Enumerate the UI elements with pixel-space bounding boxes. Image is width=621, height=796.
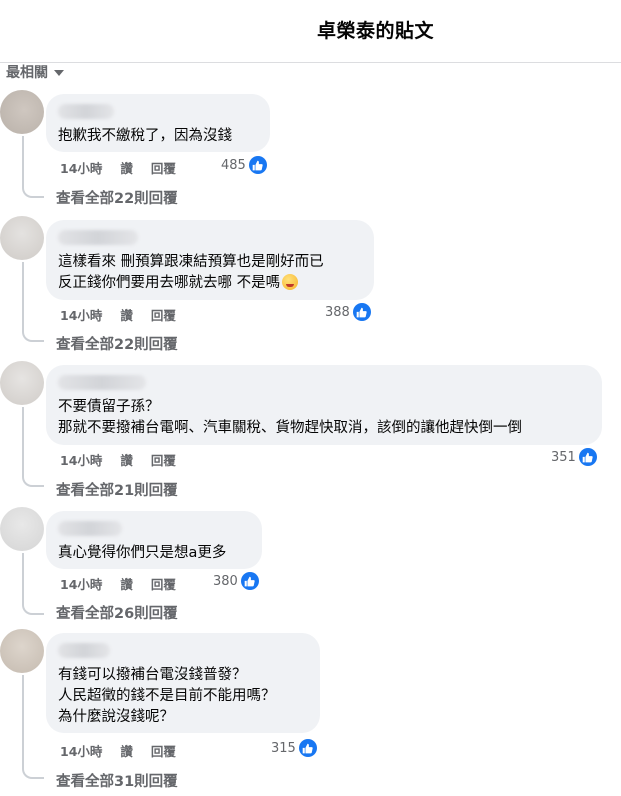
thread-connector [22,767,44,779]
reply-button[interactable]: 回覆 [151,574,176,593]
thumbs-up-icon [352,303,371,321]
thumbs-up-icon [248,156,267,174]
commenter-name-redacted[interactable] [58,104,114,119]
like-count-number: 351 [551,449,576,465]
like-count-number: 315 [271,740,296,756]
like-count[interactable]: 351 [551,448,597,466]
comment-actions: 14小時 讚 回覆 [60,305,176,324]
thread-connector [22,330,44,342]
view-replies-link[interactable]: 查看全部21則回覆 [56,479,178,500]
like-count[interactable]: 485 [221,156,267,174]
commenter-name-redacted[interactable] [58,230,138,245]
comment-text: 真心覺得你們只是想a更多 [58,545,227,561]
caret-down-icon [54,70,64,76]
post-header: 卓榮泰的貼文 [0,0,621,63]
like-count-number: 380 [213,573,238,589]
page-title: 卓榮泰的貼文 [316,20,434,42]
sort-label: 最相關 [6,65,48,81]
like-button[interactable]: 讚 [120,450,133,469]
like-count[interactable]: 388 [325,303,371,321]
comment-actions: 14小時 讚 回覆 [60,158,176,177]
comment-actions: 14小時 讚 回覆 [60,741,176,760]
comment-bubble: 這樣看來 刪預算跟凍結預算也是剛好而已 反正錢你們要用去哪就去哪 不是嗎 [46,220,374,300]
commenter-name-redacted[interactable] [58,521,122,536]
thread-connector [22,475,44,487]
view-replies-link[interactable]: 查看全部22則回覆 [56,333,178,354]
comment-time[interactable]: 14小時 [60,574,102,593]
comment-bubble: 真心覺得你們只是想a更多 [46,511,262,569]
reply-button[interactable]: 回覆 [151,305,176,324]
comment-time[interactable]: 14小時 [60,450,102,469]
commenter-name-redacted[interactable] [58,643,110,658]
reply-button[interactable]: 回覆 [151,450,176,469]
thread-connector [22,186,44,198]
comment-text: 有錢可以撥補台電沒錢普發？ 人民超徵的錢不是目前不能用嗎？ 為什麼說沒錢呢？ [58,667,276,725]
thumbs-up-icon [240,572,259,590]
comment-text: 不要債留子孫？ 那就不要撥補台電啊、汽車關稅、貨物趕快取消，該倒的讓他趕快倒一倒 [58,399,522,436]
like-count-number: 485 [221,157,246,173]
avatar[interactable] [0,90,44,134]
comment-bubble: 有錢可以撥補台電沒錢普發？ 人民超徵的錢不是目前不能用嗎？ 為什麼說沒錢呢？ [46,633,320,733]
thread-line [22,675,24,767]
reply-button[interactable]: 回覆 [151,158,176,177]
comment-text: 抱歉我不繳稅了，因為沒錢 [58,128,232,144]
thread-connector [22,603,44,615]
comment-time[interactable]: 14小時 [60,741,102,760]
comment-actions: 14小時 讚 回覆 [60,450,176,469]
like-count[interactable]: 315 [271,739,317,757]
like-button[interactable]: 讚 [120,741,133,760]
like-button[interactable]: 讚 [120,305,133,324]
thread-line [22,553,24,603]
like-count-number: 388 [325,304,350,320]
avatar[interactable] [0,361,44,405]
comment-time[interactable]: 14小時 [60,305,102,324]
like-button[interactable]: 讚 [120,574,133,593]
sort-dropdown[interactable]: 最相關 [6,62,64,82]
view-replies-link[interactable]: 查看全部31則回覆 [56,770,178,791]
thread-line [22,262,24,330]
comment-text-line: 這樣看來 刪預算跟凍結預算也是剛好而已 [58,254,324,270]
like-button[interactable]: 讚 [120,158,133,177]
commenter-name-redacted[interactable] [58,375,146,390]
thumbs-up-icon [298,739,317,757]
comment-actions: 14小時 讚 回覆 [60,574,176,593]
comment-bubble: 不要債留子孫？ 那就不要撥補台電啊、汽車關稅、貨物趕快取消，該倒的讓他趕快倒一倒 [46,365,602,445]
comment-text-line: 反正錢你們要用去哪就去哪 不是嗎 [58,275,281,291]
thread-line [22,407,24,475]
avatar[interactable] [0,507,44,551]
avatar[interactable] [0,216,44,260]
view-replies-link[interactable]: 查看全部26則回覆 [56,602,178,623]
reply-button[interactable]: 回覆 [151,741,176,760]
thumbs-up-icon [578,448,597,466]
comment-bubble: 抱歉我不繳稅了，因為沒錢 [46,94,270,152]
view-replies-link[interactable]: 查看全部22則回覆 [56,187,178,208]
face-emoji-icon [282,274,299,290]
like-count[interactable]: 380 [213,572,259,590]
thread-line [22,136,24,186]
avatar[interactable] [0,629,44,673]
comment-time[interactable]: 14小時 [60,158,102,177]
comment-text: 這樣看來 刪預算跟凍結預算也是剛好而已 反正錢你們要用去哪就去哪 不是嗎 [58,252,362,294]
